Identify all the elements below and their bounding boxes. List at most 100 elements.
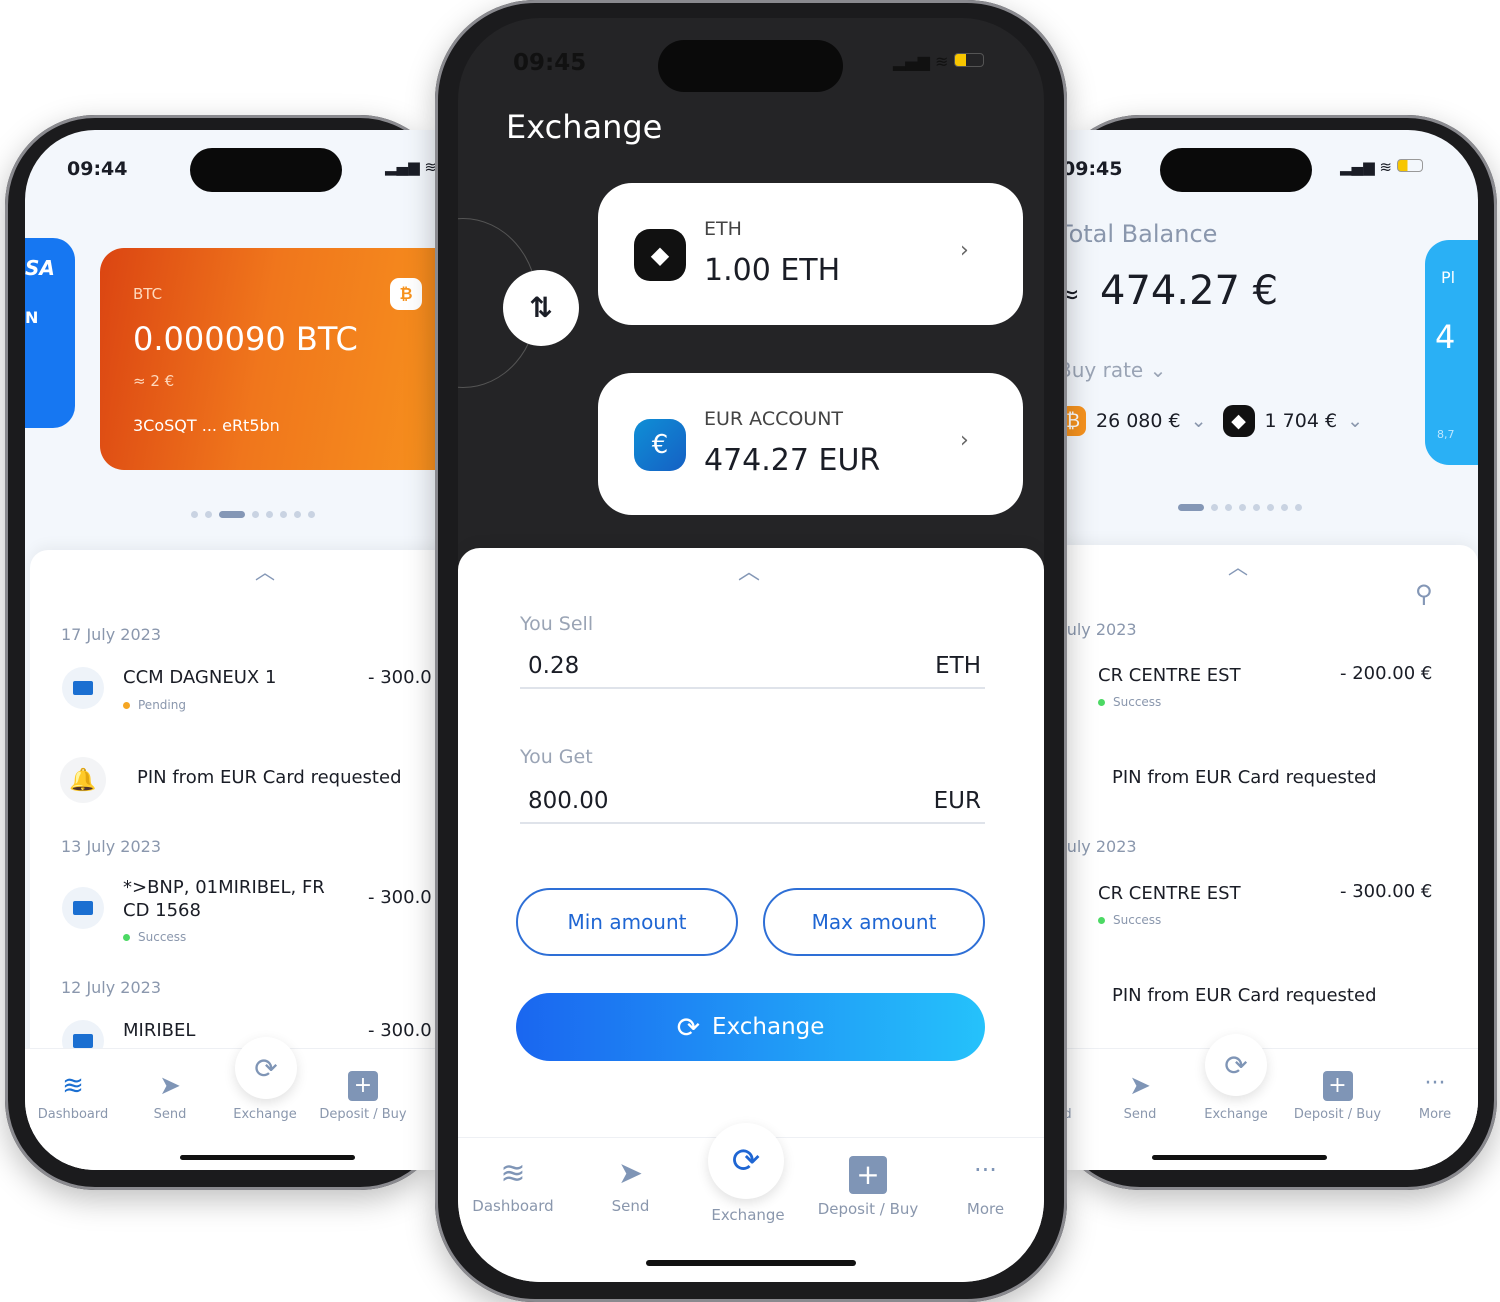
to-account[interactable]: € EUR ACCOUNT 474.27 EUR › <box>598 373 1023 515</box>
exchange-icon: ⟳ <box>676 1010 701 1044</box>
right-phone: 09:45 ▂▄▆ ≋ Total Balance ≈ 474.27 € Buy… <box>1050 115 1497 1190</box>
sell-input[interactable]: 0.28 ETH <box>520 653 985 689</box>
battery-icon: ▂▄▆ ≋ <box>893 52 984 71</box>
card-currency: BTC <box>133 285 163 303</box>
nav-send[interactable]: ➤ Send <box>588 1156 673 1215</box>
tx-title[interactable]: *>BNP, 01MIRIBEL, FR <box>123 877 325 898</box>
exchange-fab-icon[interactable]: ⟳ <box>708 1123 784 1199</box>
tx-amount: - 300.00 € <box>1340 881 1433 902</box>
btc-card[interactable]: BTC ₿ 0.000090 BTC ≈ 2 € 3CoSQT ... eRt5… <box>100 248 455 470</box>
nav-more[interactable]: ··· More <box>1400 1071 1470 1122</box>
card-icon <box>62 667 104 709</box>
nav-deposit[interactable]: + Deposit / Buy <box>813 1156 923 1218</box>
get-input[interactable]: 800.00 EUR <box>520 788 985 824</box>
dynamic-island <box>658 40 843 92</box>
bitcoin-icon: ₿ <box>390 278 422 310</box>
tx-title[interactable]: MIRIBEL <box>123 1020 195 1041</box>
buy-rate-dropdown[interactable]: Buy rate ⌄ <box>1058 358 1166 382</box>
exchange-fab-icon[interactable]: ⟳ <box>235 1037 297 1099</box>
feed-date: 13 July 2023 <box>61 837 162 856</box>
layers-icon: ≋ <box>62 1071 84 1101</box>
nav-exchange[interactable]: Exchange <box>225 1107 305 1122</box>
dynamic-island <box>190 148 342 192</box>
ethereum-icon: ◆ <box>1222 405 1255 437</box>
side-card[interactable]: Pl 4 8,7 <box>1425 240 1478 465</box>
more-icon: ··· <box>1424 1071 1446 1096</box>
side-card[interactable]: SA N <box>25 238 75 428</box>
nav-exchange[interactable]: Exchange <box>1196 1107 1276 1122</box>
feed-date: 17 July 2023 <box>61 625 162 644</box>
tx-amount: - 300.0 <box>368 667 432 688</box>
chevron-right-icon: › <box>960 428 969 453</box>
euro-icon: € <box>634 419 686 471</box>
sell-value: 0.28 <box>528 653 580 679</box>
home-indicator <box>1152 1155 1327 1160</box>
nav-label: Send <box>153 1107 187 1122</box>
feed-date: 12 July 2023 <box>61 978 162 997</box>
nav-more[interactable]: ··· More <box>948 1156 1023 1218</box>
exchange-fab-icon[interactable]: ⟳ <box>1205 1034 1267 1096</box>
nav-deposit[interactable]: + Deposit / Buy <box>1290 1071 1385 1122</box>
card-pager[interactable] <box>191 511 315 518</box>
buy-rate-label: Buy rate <box>1058 358 1144 382</box>
tx-title[interactable]: CCM DAGNEUX 1 <box>123 667 276 688</box>
nav-label: More <box>1418 1107 1452 1122</box>
chevron-up-icon[interactable]: ︿ <box>1228 551 1248 580</box>
nav-label: Dashboard <box>37 1107 109 1122</box>
side-card-amount: 4 <box>1435 318 1456 356</box>
nav-send[interactable]: ➤ Send <box>1100 1071 1180 1122</box>
plus-square-icon: + <box>849 1156 887 1194</box>
bottom-nav: ≋ Dashboard ➤ Send ⟳ Exchange + Deposit / B… <box>25 1037 455 1170</box>
to-label: EUR ACCOUNT <box>704 408 844 430</box>
status-time: 09:45 <box>1062 158 1123 180</box>
left-phone: 09:44 ▂▄▆ ≋ SA N BTC ₿ 0.000090 BTC ≈ 2 … <box>5 115 455 1190</box>
tx-status: Success <box>1098 913 1161 927</box>
nav-label: Exchange <box>233 1107 297 1122</box>
home-indicator <box>646 1260 856 1266</box>
side-card-label: Pl <box>1441 268 1456 287</box>
from-account[interactable]: ◆ ETH 1.00 ETH › <box>598 183 1023 325</box>
nav-exchange[interactable]: Exchange <box>703 1206 793 1224</box>
nav-dashboard[interactable]: ≋ Dashboard <box>468 1156 558 1215</box>
bell-icon: 🔔 <box>60 757 106 803</box>
center-phone: 09:45 ▂▄▆ ≋ Exchange ◆ ETH 1.00 ETH › ⇅ … <box>435 0 1067 1302</box>
plus-square-icon: + <box>348 1071 378 1101</box>
tx-title[interactable]: CR CENTRE EST <box>1098 665 1241 686</box>
nav-deposit[interactable]: + Deposit / Buy <box>318 1071 408 1122</box>
notice-text[interactable]: PIN from EUR Card requested <box>1112 767 1377 788</box>
nav-label: Deposit / Buy <box>817 1200 919 1218</box>
nav-send[interactable]: ➤ Send <box>130 1071 210 1122</box>
nav-dashboard[interactable]: ≋ Dashboard <box>33 1071 113 1122</box>
chevron-up-icon[interactable]: ︿ <box>738 554 760 586</box>
swap-icon: ⇅ <box>529 291 553 324</box>
sell-label: You Sell <box>520 613 594 635</box>
btc-rate[interactable]: ₿ 26 080 € ⌄ ◆ 1 704 € ⌄ <box>1060 405 1363 437</box>
card-address: 3CoSQT ... eRt5bn <box>133 416 280 435</box>
max-amount-button[interactable]: Max amount <box>763 888 985 956</box>
center-screen: 09:45 ▂▄▆ ≋ Exchange ◆ ETH 1.00 ETH › ⇅ … <box>458 18 1044 1282</box>
tx-status: Pending <box>123 698 186 712</box>
tx-title[interactable]: CR CENTRE EST <box>1098 883 1241 904</box>
balance-label: Total Balance <box>1058 220 1218 248</box>
swap-button[interactable]: ⇅ <box>503 270 579 346</box>
card-pager[interactable] <box>1178 504 1302 511</box>
eth-rate-value: 1 704 € <box>1264 410 1338 432</box>
chevron-up-icon[interactable]: ︿ <box>255 556 275 585</box>
total-balance: 474.27 € <box>1100 268 1279 314</box>
status-text: Success <box>1113 913 1162 927</box>
card-approx: ≈ 2 € <box>133 372 175 390</box>
nav-label: Exchange <box>1204 1107 1268 1122</box>
notice-text[interactable]: PIN from EUR Card requested <box>137 767 402 788</box>
signal-wifi-icon: ▂▄▆ ≋ <box>385 158 437 176</box>
nav-label: Deposit / Buy <box>1293 1107 1382 1122</box>
notice-text[interactable]: PIN from EUR Card requested <box>1112 985 1377 1006</box>
search-icon[interactable]: ⚲ <box>1415 580 1433 608</box>
sell-unit: ETH <box>935 653 981 679</box>
tx-title-line2: CD 1568 <box>123 900 201 921</box>
tx-amount: - 300.0 <box>368 887 432 908</box>
exchange-button[interactable]: ⟳ Exchange <box>516 993 985 1061</box>
min-amount-button[interactable]: Min amount <box>516 888 738 956</box>
chevron-down-icon: ⌄ <box>1347 410 1363 432</box>
tx-status: Success <box>123 930 186 944</box>
layers-icon: ≋ <box>500 1156 526 1191</box>
